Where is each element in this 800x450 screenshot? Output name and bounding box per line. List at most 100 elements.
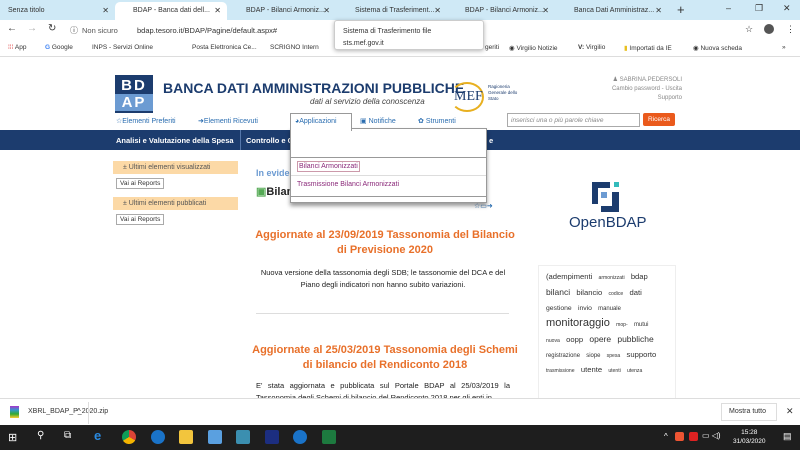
tag-link[interactable]: bilanci xyxy=(546,287,570,297)
bookmark[interactable]: G Google xyxy=(45,44,73,51)
tag-link[interactable]: monitoraggio xyxy=(546,317,610,329)
close-icon[interactable]: ✕ xyxy=(434,6,441,15)
menu-item-trasmissione-bilanci[interactable]: Trasmissione Bilanci Armonizzati xyxy=(297,181,399,188)
bookmark[interactable]: ◉ Virgilio Notizie xyxy=(509,44,558,52)
tag-link[interactable]: gestione xyxy=(546,305,572,312)
support-link[interactable]: Supporto xyxy=(612,94,682,103)
tab[interactable]: BDAP - Bilanci Armoniz... ✕ xyxy=(447,2,555,20)
file-explorer-icon[interactable] xyxy=(179,430,193,444)
menu-icon[interactable]: ⋮ xyxy=(786,24,795,35)
tag-link[interactable]: opere xyxy=(589,334,611,344)
tab[interactable]: BDAP - Bilanci Armoniz... ✕ xyxy=(228,2,336,20)
chrome-icon[interactable] xyxy=(122,430,136,444)
close-icon[interactable]: ✕ xyxy=(655,6,662,15)
preferiti-link[interactable]: ☆Elementi Preferiti xyxy=(116,117,176,125)
tab[interactable]: Senza titolo ✕ xyxy=(0,2,115,20)
tab[interactable]: Banca Dati Amministraz... ✕ xyxy=(556,2,668,20)
applicazioni-tab[interactable]: ◕Applicazioni xyxy=(290,113,352,131)
windows-start-icon[interactable]: ⊞ xyxy=(8,431,17,444)
tag-link[interactable]: supporto xyxy=(627,350,657,359)
tray-icon[interactable] xyxy=(689,432,698,441)
tag-link[interactable]: bilancio xyxy=(576,288,602,297)
search-icon[interactable]: ⚲ xyxy=(37,430,44,441)
search-button[interactable]: Ricerca xyxy=(643,113,675,126)
tag-link[interactable]: pubbliche xyxy=(617,334,653,344)
search-input[interactable]: inserisci una o più parole chiave xyxy=(507,113,640,127)
reload-icon[interactable]: ↻ xyxy=(48,23,56,34)
task-view-icon[interactable]: ⧉ xyxy=(64,430,71,441)
menu-item-bilanci-armonizzati[interactable]: Bilanci Armonizzati xyxy=(297,161,360,172)
tag-link[interactable]: codice xyxy=(609,291,624,297)
nav-analisi[interactable]: Analisi e Valutazione della Spesa xyxy=(116,136,234,145)
bookmark[interactable]: Posta Elettronica Ce... xyxy=(192,44,257,51)
network-icon[interactable]: ▭ ◁) xyxy=(702,431,721,440)
close-icon[interactable]: ✕ xyxy=(786,406,794,417)
bookmark[interactable]: INPS - Servizi Online xyxy=(92,44,153,51)
article-title[interactable]: Aggiornate al 23/09/2019 Tassonomia del … xyxy=(250,228,520,258)
excel-icon[interactable] xyxy=(322,430,336,444)
info-icon[interactable]: ⓘ xyxy=(70,25,78,36)
tag-link[interactable]: utente xyxy=(581,365,602,374)
account-links[interactable]: Cambio password - Uscita xyxy=(612,85,682,94)
back-icon[interactable]: ← xyxy=(7,23,17,34)
tag-link[interactable]: oopp xyxy=(566,335,583,344)
nav-item[interactable]: e xyxy=(489,136,493,145)
app-icon[interactable] xyxy=(293,430,307,444)
tag-link[interactable]: utenti xyxy=(608,368,620,374)
bookmark[interactable]: ▮ Importati da IE xyxy=(624,44,672,52)
app-icon[interactable] xyxy=(208,430,222,444)
more-bookmarks-icon[interactable]: » xyxy=(782,44,786,51)
notifiche-link[interactable]: ▣ Notifiche xyxy=(360,117,396,125)
forward-icon[interactable]: → xyxy=(27,23,37,34)
tag-link[interactable]: mutui xyxy=(634,322,649,328)
url-input[interactable]: bdap.tesoro.it/BDAP/Pagine/default.aspx# xyxy=(137,26,277,35)
ricevuti-link[interactable]: ➜Elementi Ricevuti xyxy=(198,117,258,125)
tray-chevron-icon[interactable]: ^ xyxy=(664,432,668,441)
bdap-logo[interactable]: BD AP xyxy=(115,75,153,113)
clock[interactable]: 15:28 31/03/2020 xyxy=(733,428,766,446)
sidebar-pubblicati-header[interactable]: ± Ultimi elementi pubblicati xyxy=(113,197,238,210)
minimize-button[interactable]: – xyxy=(726,3,731,13)
close-icon[interactable]: ✕ xyxy=(323,6,330,15)
openbdap-icon[interactable] xyxy=(592,182,622,212)
app-icon[interactable] xyxy=(236,430,250,444)
chevron-up-icon[interactable]: ^ xyxy=(77,407,81,416)
tag-link[interactable]: utenza xyxy=(627,368,642,374)
bookmark[interactable]: SCRIGNO Intern xyxy=(270,44,319,51)
app-icon[interactable] xyxy=(151,430,165,444)
nav-controllo[interactable]: Controllo e C xyxy=(246,136,293,145)
sidebar-visualizzati-header[interactable]: ± Ultimi elementi visualizzati xyxy=(113,161,238,174)
close-window-button[interactable]: ✕ xyxy=(783,3,791,14)
profile-icon[interactable] xyxy=(764,24,774,34)
tag-link[interactable]: trasmissione xyxy=(546,368,575,374)
close-icon[interactable]: ✕ xyxy=(214,6,221,15)
openbdap-label[interactable]: OpenBDAP xyxy=(569,214,647,231)
download-file[interactable]: XBRL_BDAP_P_2020.zip xyxy=(28,408,108,415)
bookmark[interactable]: V: Virgilio xyxy=(578,44,605,51)
strumenti-link[interactable]: ✿ Strumenti xyxy=(418,117,456,125)
tag-link[interactable]: armonizzati xyxy=(599,275,625,281)
tag-link[interactable]: invio xyxy=(578,305,592,312)
bookmark[interactable]: ⁞⁞⁞ App xyxy=(8,44,26,51)
close-icon[interactable]: ✕ xyxy=(102,6,109,15)
tab-active[interactable]: BDAP - Banca dati dell... ✕ xyxy=(115,2,227,20)
article-title[interactable]: Aggiornate al 25/03/2019 Tassonomia degl… xyxy=(250,343,520,373)
tag-link[interactable]: manuale xyxy=(598,306,621,312)
tag-link[interactable]: bdap xyxy=(631,272,648,281)
tab[interactable]: Sistema di Trasferiment... ✕ xyxy=(337,2,447,20)
edge-icon[interactable]: e xyxy=(94,428,101,443)
tag-link[interactable]: mop- xyxy=(616,322,628,328)
tag-link[interactable]: dati xyxy=(629,288,641,297)
tag-link[interactable]: siope xyxy=(586,353,600,359)
maximize-button[interactable]: ❐ xyxy=(755,3,763,14)
vai-ai-reports-button[interactable]: Vai ai Reports xyxy=(116,178,165,189)
tag-link[interactable]: (adempimenti xyxy=(546,272,592,281)
app-icon[interactable] xyxy=(265,430,279,444)
section-actions[interactable]: ☆▭➜ xyxy=(474,202,493,210)
tray-icon[interactable] xyxy=(675,432,684,441)
show-all-button[interactable]: Mostra tutto xyxy=(721,403,777,421)
vai-ai-reports-button[interactable]: Vai ai Reports xyxy=(116,214,165,225)
close-icon[interactable]: ✕ xyxy=(542,6,549,15)
new-tab-button[interactable]: + xyxy=(677,2,685,17)
bookmark[interactable]: geriti xyxy=(485,44,499,51)
